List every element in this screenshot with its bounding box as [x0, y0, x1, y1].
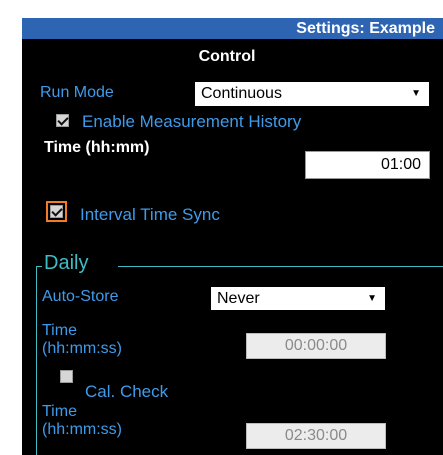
daily-legend: Daily — [42, 252, 91, 275]
daily-fieldset-top-border — [118, 266, 443, 267]
chevron-down-icon: ▼ — [367, 293, 377, 304]
interval-sync-checkbox[interactable] — [50, 205, 63, 218]
chevron-down-icon: ▼ — [411, 88, 421, 99]
interval-sync-label: Interval Time Sync — [80, 205, 220, 224]
run-mode-select[interactable]: Continuous ▼ — [195, 82, 429, 106]
daily-time2-label-line1: Time — [42, 403, 77, 420]
daily-time2-label-line2: (hh:mm:ss) — [42, 421, 122, 438]
measurement-history-label: Enable Measurement History — [82, 112, 302, 131]
section-title-control: Control — [198, 48, 256, 65]
history-time-input[interactable]: 01:00 — [305, 151, 430, 179]
cal-check-checkbox[interactable] — [60, 370, 73, 383]
panel-header: Settings: Example — [22, 18, 443, 39]
daily-time1-label: Time (hh:mm:ss) — [42, 322, 122, 358]
settings-panel: Settings: Example Control Run Mode Conti… — [22, 18, 443, 455]
run-mode-value: Continuous — [201, 85, 282, 102]
cal-check-label: Cal. Check — [85, 382, 169, 401]
auto-store-select[interactable]: Never ▼ — [211, 287, 385, 310]
daily-fieldset-left-border — [36, 266, 37, 455]
history-time-label: Time (hh:mm) — [44, 139, 150, 156]
daily-time2-input[interactable]: 02:30:00 — [246, 423, 386, 449]
run-mode-label: Run Mode — [40, 84, 114, 101]
auto-store-value: Never — [217, 290, 260, 307]
daily-time1-input[interactable]: 00:00:00 — [246, 333, 386, 359]
measurement-history-checkbox[interactable] — [56, 114, 69, 127]
daily-time2-label: Time (hh:mm:ss) — [42, 403, 122, 439]
daily-time1-label-line1: Time — [42, 322, 77, 339]
daily-time1-label-line2: (hh:mm:ss) — [42, 340, 122, 357]
auto-store-label: Auto-Store — [42, 288, 119, 305]
